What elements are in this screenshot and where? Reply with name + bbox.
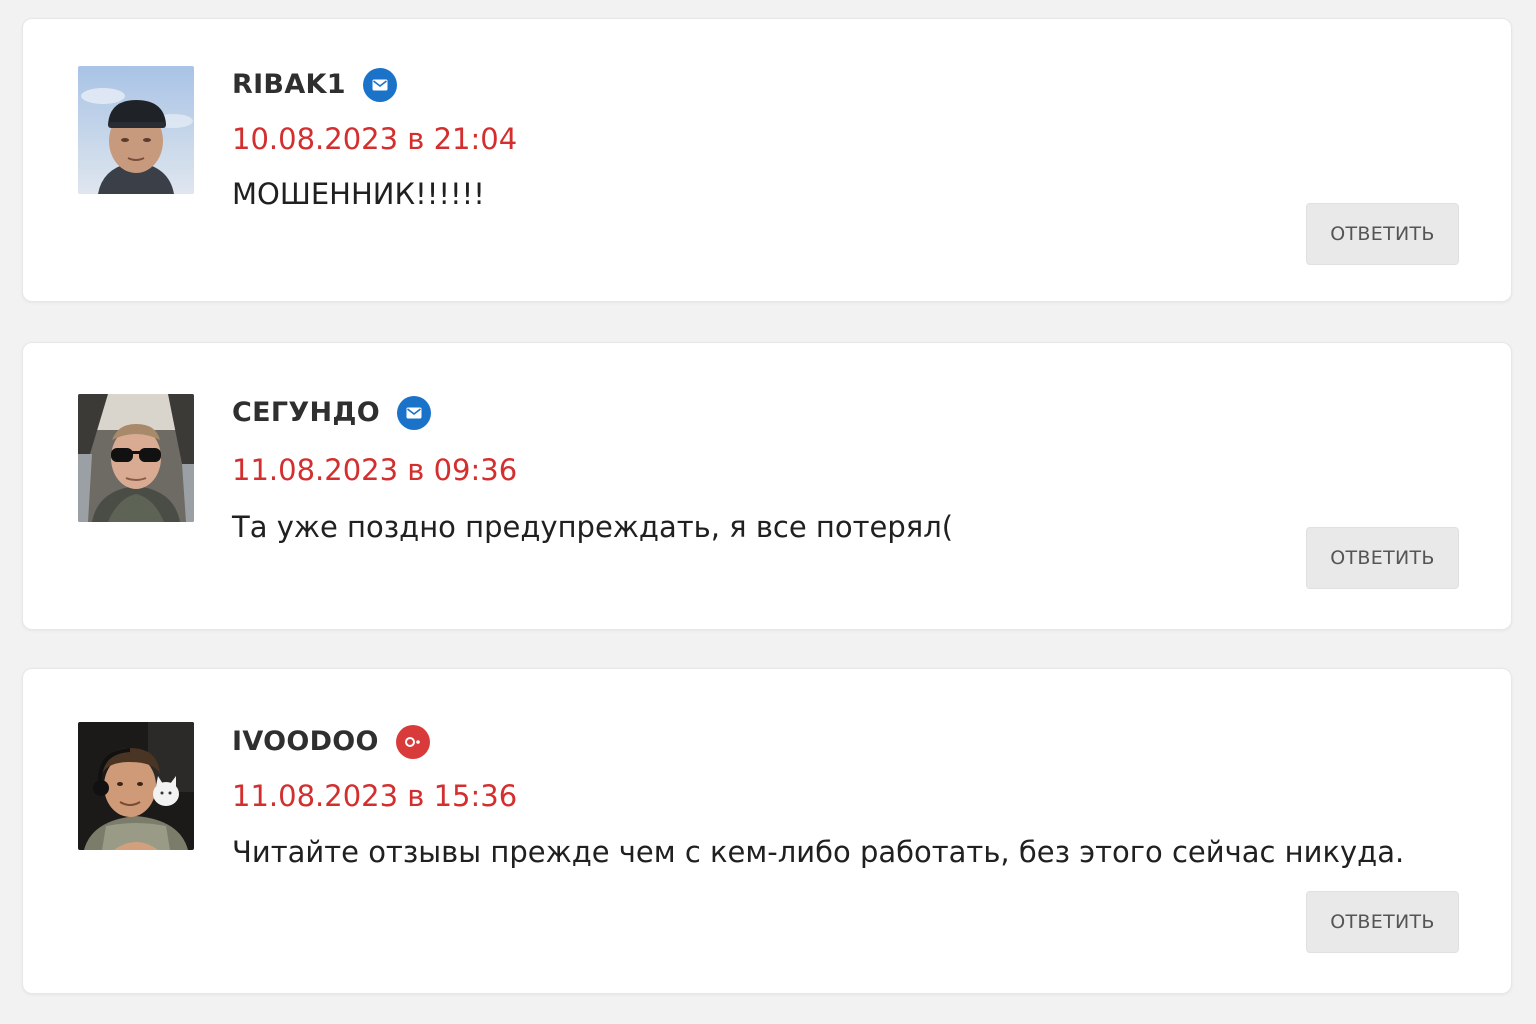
comment-date: 10.08.2023 в 21:04 bbox=[232, 122, 518, 156]
author-name[interactable]: СЕГУНДО bbox=[232, 395, 380, 431]
avatar-photo bbox=[78, 722, 194, 850]
author-row: СЕГУНДО bbox=[232, 395, 431, 431]
comment-text: Читайте отзывы прежде чем с кем-либо раб… bbox=[232, 835, 1405, 869]
avatar[interactable] bbox=[78, 66, 194, 194]
comment-date: 11.08.2023 в 09:36 bbox=[232, 453, 518, 487]
comments-page: RIBAK1 10.08.2023 в 21:04 МОШЕННИК!!!!!!… bbox=[0, 0, 1536, 1024]
reply-button[interactable]: ОТВЕТИТЬ bbox=[1306, 527, 1459, 589]
avatar[interactable] bbox=[78, 394, 194, 522]
mail-icon[interactable] bbox=[396, 396, 431, 430]
comment-date: 11.08.2023 в 15:36 bbox=[232, 779, 518, 813]
comment-card: СЕГУНДО 11.08.2023 в 09:36 Та уже поздно… bbox=[22, 342, 1512, 630]
comment-card: IVOODOO 11.08.2023 в 15:36 Читайте отзыв… bbox=[22, 668, 1512, 994]
reply-button[interactable]: ОТВЕТИТЬ bbox=[1306, 203, 1459, 265]
avatar-photo bbox=[78, 394, 194, 522]
author-row: IVOODOO bbox=[232, 724, 430, 760]
avatar[interactable] bbox=[78, 722, 194, 850]
odnoklassniki-icon[interactable] bbox=[395, 725, 430, 759]
envelope-glyph bbox=[372, 79, 388, 91]
mail-icon[interactable] bbox=[362, 68, 397, 102]
author-name[interactable]: IVOODOO bbox=[232, 724, 379, 760]
author-name[interactable]: RIBAK1 bbox=[232, 67, 346, 103]
avatar-photo bbox=[78, 66, 194, 194]
author-row: RIBAK1 bbox=[232, 67, 397, 103]
comment-card: RIBAK1 10.08.2023 в 21:04 МОШЕННИК!!!!!!… bbox=[22, 18, 1512, 302]
ok-glyph bbox=[404, 737, 420, 747]
comment-text: МОШЕННИК!!!!!! bbox=[232, 177, 485, 211]
comment-text: Та уже поздно предупреждать, я все потер… bbox=[232, 510, 954, 544]
envelope-glyph bbox=[406, 407, 422, 419]
reply-button[interactable]: ОТВЕТИТЬ bbox=[1306, 891, 1459, 953]
